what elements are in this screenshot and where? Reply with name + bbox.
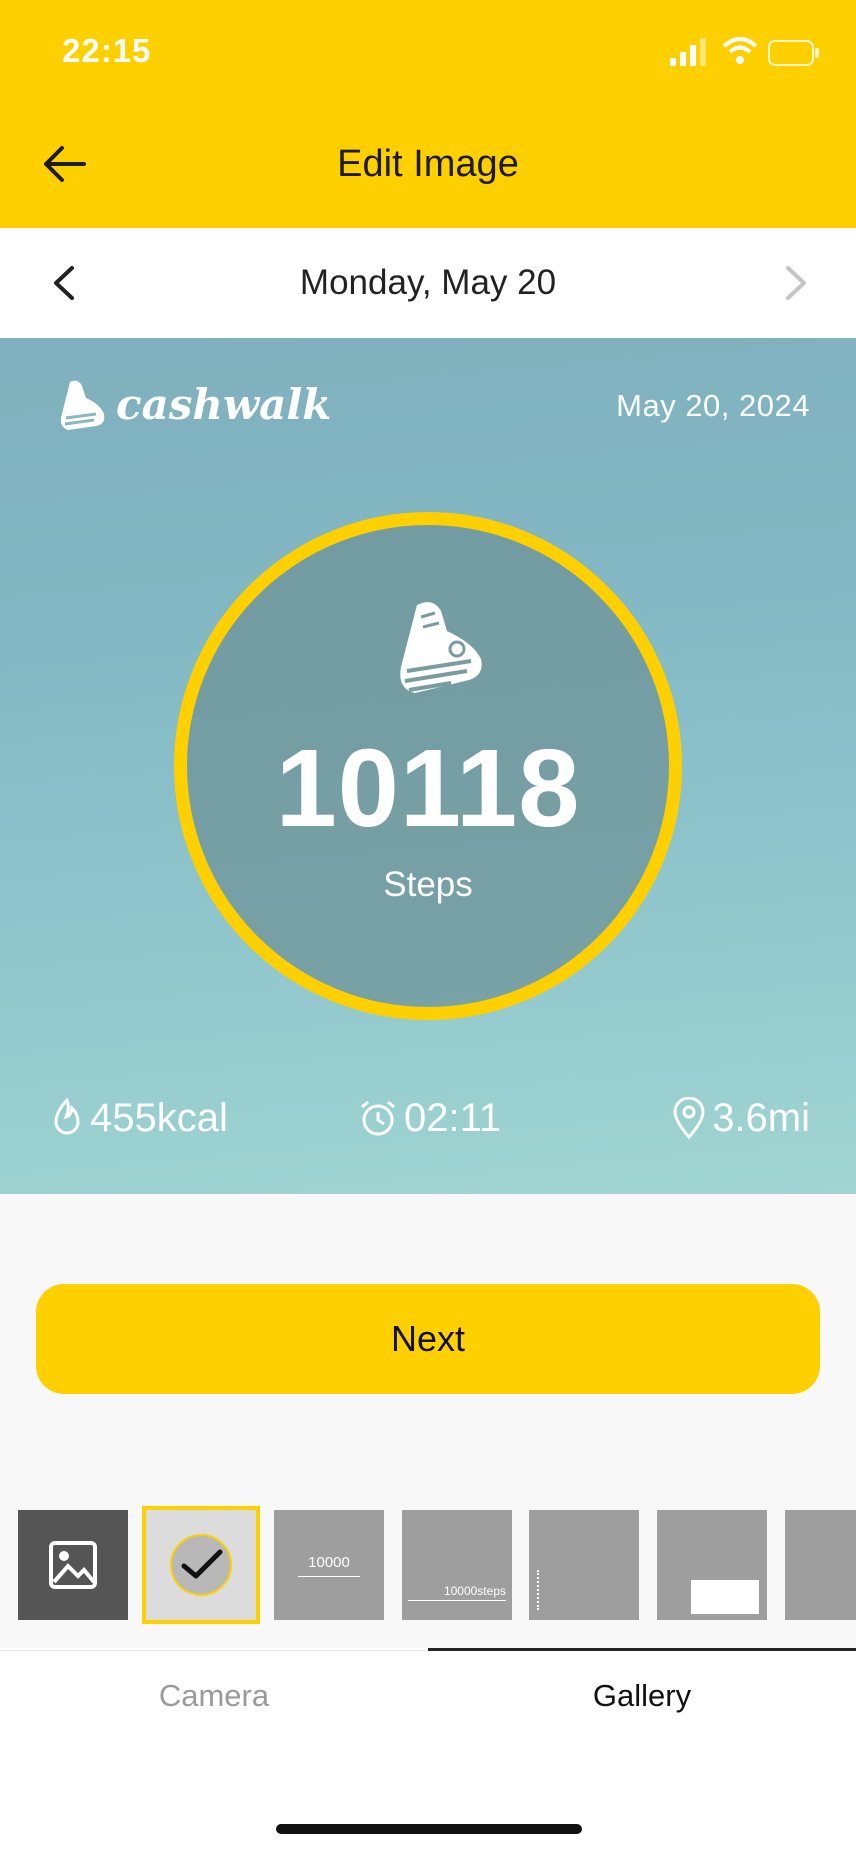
thumb-divider (408, 1600, 506, 1601)
image-icon (49, 1541, 97, 1589)
location-pin-icon (673, 1097, 705, 1139)
flame-icon (54, 1098, 80, 1135)
distance-stat: 3.6mi (672, 1088, 810, 1148)
template-thumbnail[interactable] (785, 1510, 856, 1620)
gallery-picker-button[interactable] (18, 1510, 128, 1620)
wifi-icon (722, 37, 758, 64)
steps-count: 10118 (275, 727, 581, 850)
tab-camera[interactable]: Camera (0, 1678, 428, 1714)
status-bar: 22:15 (0, 0, 856, 100)
steps-label: Steps (383, 865, 473, 904)
preview-date: May 20, 2024 (616, 388, 810, 423)
selected-date: Monday, May 20 (299, 263, 557, 302)
calories-value: 455kcal (90, 1095, 228, 1140)
template-thumbnail[interactable]: 10000 (274, 1510, 384, 1620)
brand-name: cashwalk (116, 380, 332, 429)
status-time: 22:15 (62, 32, 152, 69)
steps-ring: 10118 Steps (174, 512, 682, 1020)
step-card-preview: cashwalk May 20, 2024 10118 Steps 455kca… (0, 338, 856, 1194)
calories-stat: 455kcal (50, 1088, 228, 1148)
chevron-right-icon[interactable] (770, 258, 820, 308)
duration-value: 02:11 (404, 1095, 502, 1140)
page-title: Edit Image (337, 143, 519, 185)
tab-gallery[interactable]: Gallery (428, 1678, 856, 1714)
duration-stat: 02:11 (358, 1088, 501, 1148)
thumb-list (537, 1570, 557, 1610)
template-thumbnail[interactable] (657, 1510, 767, 1620)
template-strip: 10000 10000steps (0, 1506, 856, 1624)
back-arrow-icon[interactable] (36, 134, 96, 194)
checkmark-icon (181, 1549, 223, 1579)
thumb-card (691, 1580, 759, 1614)
thumb-steps: 10000 (308, 1554, 350, 1571)
distance-value: 3.6mi (712, 1095, 810, 1140)
thumb-steps: 10000steps (443, 1584, 506, 1598)
template-thumbnail[interactable] (529, 1510, 639, 1620)
active-tab-indicator (428, 1648, 856, 1651)
date-navigator: Monday, May 20 (0, 228, 856, 338)
home-indicator (276, 1824, 582, 1834)
alarm-clock-icon (361, 1100, 395, 1136)
template-thumbnail[interactable]: 10000steps (402, 1510, 512, 1620)
next-button[interactable]: Next (36, 1284, 820, 1394)
battery-icon (768, 40, 819, 66)
app-header: Edit Image (0, 100, 856, 228)
template-thumbnail-selected[interactable] (142, 1506, 260, 1624)
signal-icon (670, 38, 706, 66)
shoe-logo-icon (60, 380, 105, 430)
thumb-divider (298, 1576, 360, 1577)
sneaker-icon (400, 602, 482, 693)
